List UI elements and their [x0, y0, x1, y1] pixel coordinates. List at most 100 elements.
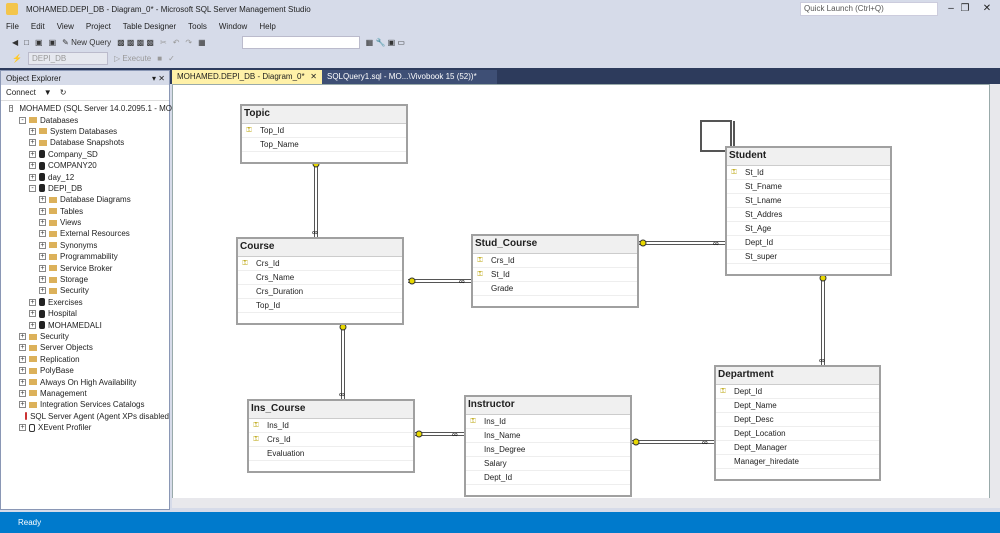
- horizontal-scrollbar[interactable]: [172, 498, 990, 508]
- quick-launch-input[interactable]: Quick Launch (Ctrl+Q): [800, 2, 938, 16]
- table-instructor[interactable]: Instructor ⚿ Ins_Id Ins_Name Ins_Degree Salar…: [464, 395, 632, 497]
- expand-icon[interactable]: +: [29, 162, 36, 170]
- expand-icon[interactable]: +: [29, 139, 36, 147]
- tree-item[interactable]: + Views: [1, 217, 169, 228]
- column-row[interactable]: Crs_Duration: [238, 285, 402, 299]
- column-row[interactable]: Evaluation: [249, 447, 413, 461]
- tree-item[interactable]: + Always On High Availability: [1, 376, 169, 387]
- tree-item[interactable]: + Integration Services Catalogs: [1, 399, 169, 410]
- close-button[interactable]: ✕: [978, 2, 996, 16]
- filter-icon[interactable]: ▼: [44, 88, 52, 97]
- tree-item[interactable]: + day_12: [1, 171, 169, 182]
- column-row[interactable]: ⚿ Ins_Id: [249, 419, 413, 433]
- table-stud-course[interactable]: Stud_Course ⚿ Crs_Id ⚿ St_Id Grade: [471, 234, 639, 308]
- tree-item[interactable]: + Company_SD: [1, 149, 169, 160]
- tree-item[interactable]: + Replication: [1, 354, 169, 365]
- expand-icon[interactable]: +: [29, 321, 36, 329]
- expand-icon[interactable]: -: [29, 184, 36, 192]
- execute-button[interactable]: ▷ Execute: [114, 54, 151, 63]
- connect-icon[interactable]: ⚡: [12, 54, 22, 63]
- column-row[interactable]: St_super: [727, 250, 890, 264]
- expand-icon[interactable]: +: [19, 401, 26, 409]
- tree-item[interactable]: + Service Broker: [1, 262, 169, 273]
- column-row[interactable]: ⚿ St_Id: [727, 166, 890, 180]
- menu-table-designer[interactable]: Table Designer: [117, 19, 182, 34]
- tree-item[interactable]: + External Resources: [1, 228, 169, 239]
- query-type-icons[interactable]: ▩ ▩ ▩ ▩: [117, 38, 154, 47]
- column-row[interactable]: ⚿ Crs_Id: [238, 257, 402, 271]
- search-combo[interactable]: [241, 35, 360, 49]
- column-row[interactable]: ⚿ Ins_Id: [466, 415, 630, 429]
- column-row[interactable]: ⚿ Crs_Id: [473, 254, 637, 268]
- menu-project[interactable]: Project: [80, 19, 117, 34]
- column-row[interactable]: Dept_Name: [716, 399, 879, 413]
- column-row[interactable]: St_Addres: [727, 208, 890, 222]
- diagram-canvas[interactable]: ∞ ∞ ∞ ∞ ∞ ∞ ∞ Topic ⚿ Top_Id Top_Name Course ⚿ Crs_I…: [172, 84, 990, 508]
- tree-item[interactable]: + Database Diagrams: [1, 194, 169, 205]
- expand-icon[interactable]: +: [19, 378, 26, 386]
- table-ins-course[interactable]: Ins_Course ⚿ Ins_Id ⚿ Crs_Id Evaluation: [247, 399, 415, 473]
- properties-icon[interactable]: ▦ 🔧 ▣ ▭: [366, 38, 405, 47]
- tree-item[interactable]: SQL Server Agent (Agent XPs disabled: [1, 411, 169, 422]
- database-select[interactable]: DEPI_DB: [27, 51, 108, 65]
- expand-icon[interactable]: +: [39, 287, 46, 295]
- cut-icon[interactable]: ✂: [160, 38, 167, 47]
- expand-icon[interactable]: +: [29, 150, 36, 158]
- tree-item[interactable]: + System Databases: [1, 126, 169, 137]
- column-row[interactable]: Dept_Desc: [716, 413, 879, 427]
- menu-window[interactable]: Window: [213, 19, 253, 34]
- tree-item[interactable]: + Server Objects: [1, 342, 169, 353]
- table-student[interactable]: Student ⚿ St_Id St_Fname St_Lname St_Addres St…: [725, 146, 892, 276]
- expand-icon[interactable]: +: [39, 276, 46, 284]
- expand-icon[interactable]: +: [39, 253, 46, 261]
- column-row[interactable]: St_Age: [727, 222, 890, 236]
- menu-edit[interactable]: Edit: [25, 19, 51, 34]
- expand-icon[interactable]: +: [19, 389, 26, 397]
- redo-icon[interactable]: ↷: [185, 38, 192, 47]
- menu-view[interactable]: View: [51, 19, 80, 34]
- tree-item[interactable]: + Management: [1, 388, 169, 399]
- tab-diagram[interactable]: MOHAMED.DEPI_DB - Diagram_0* ✕: [172, 70, 322, 84]
- tree-item[interactable]: + Storage: [1, 274, 169, 285]
- column-row[interactable]: Dept_Id: [727, 236, 890, 250]
- expand-icon[interactable]: +: [19, 344, 26, 352]
- tree-item[interactable]: - Databases: [1, 114, 169, 125]
- column-row[interactable]: Ins_Degree: [466, 443, 630, 457]
- back-icon[interactable]: ◀: [12, 38, 18, 47]
- parse-icon[interactable]: ✓: [168, 54, 175, 63]
- expand-icon[interactable]: -: [19, 116, 26, 124]
- tree-item[interactable]: + Programmability: [1, 251, 169, 262]
- expand-icon[interactable]: +: [39, 219, 46, 227]
- expand-icon[interactable]: +: [39, 264, 46, 272]
- expand-icon[interactable]: +: [29, 127, 36, 135]
- expand-icon[interactable]: +: [39, 230, 46, 238]
- column-row[interactable]: Top_Id: [238, 299, 402, 313]
- tree-item[interactable]: + Tables: [1, 206, 169, 217]
- table-topic[interactable]: Topic ⚿ Top_Id Top_Name: [240, 104, 408, 164]
- column-row[interactable]: ⚿ Dept_Id: [716, 385, 879, 399]
- connect-button[interactable]: Connect: [6, 88, 36, 97]
- stop-icon[interactable]: ■: [157, 54, 162, 63]
- menu-help[interactable]: Help: [253, 19, 281, 34]
- column-row[interactable]: Dept_Manager: [716, 441, 879, 455]
- tree-item[interactable]: - DEPI_DB: [1, 183, 169, 194]
- close-tab-icon[interactable]: ✕: [310, 70, 317, 84]
- column-row[interactable]: ⚿ Top_Id: [242, 124, 406, 138]
- expand-icon[interactable]: +: [39, 241, 46, 249]
- tree-item[interactable]: + Security: [1, 285, 169, 296]
- column-row[interactable]: Top_Name: [242, 138, 406, 152]
- restore-button[interactable]: ❐: [956, 2, 974, 16]
- new-project-icon[interactable]: □: [24, 38, 29, 47]
- save-icon[interactable]: ▣: [35, 38, 43, 47]
- activity-monitor-icon[interactable]: ▦: [198, 38, 206, 47]
- column-row[interactable]: St_Fname: [727, 180, 890, 194]
- tree-item[interactable]: - MOHAMED (SQL Server 14.0.2095.1 - MO: [1, 103, 172, 114]
- undo-icon[interactable]: ↶: [173, 38, 180, 47]
- expand-icon[interactable]: +: [39, 196, 46, 204]
- tree-item[interactable]: + Security: [1, 331, 169, 342]
- expand-icon[interactable]: +: [19, 333, 26, 340]
- expand-icon[interactable]: +: [29, 173, 36, 181]
- column-row[interactable]: Salary: [466, 457, 630, 471]
- tree-item[interactable]: + Synonyms: [1, 240, 169, 251]
- tab-sqlquery[interactable]: SQLQuery1.sql - MO...\Vivobook 15 (52))*: [322, 70, 497, 84]
